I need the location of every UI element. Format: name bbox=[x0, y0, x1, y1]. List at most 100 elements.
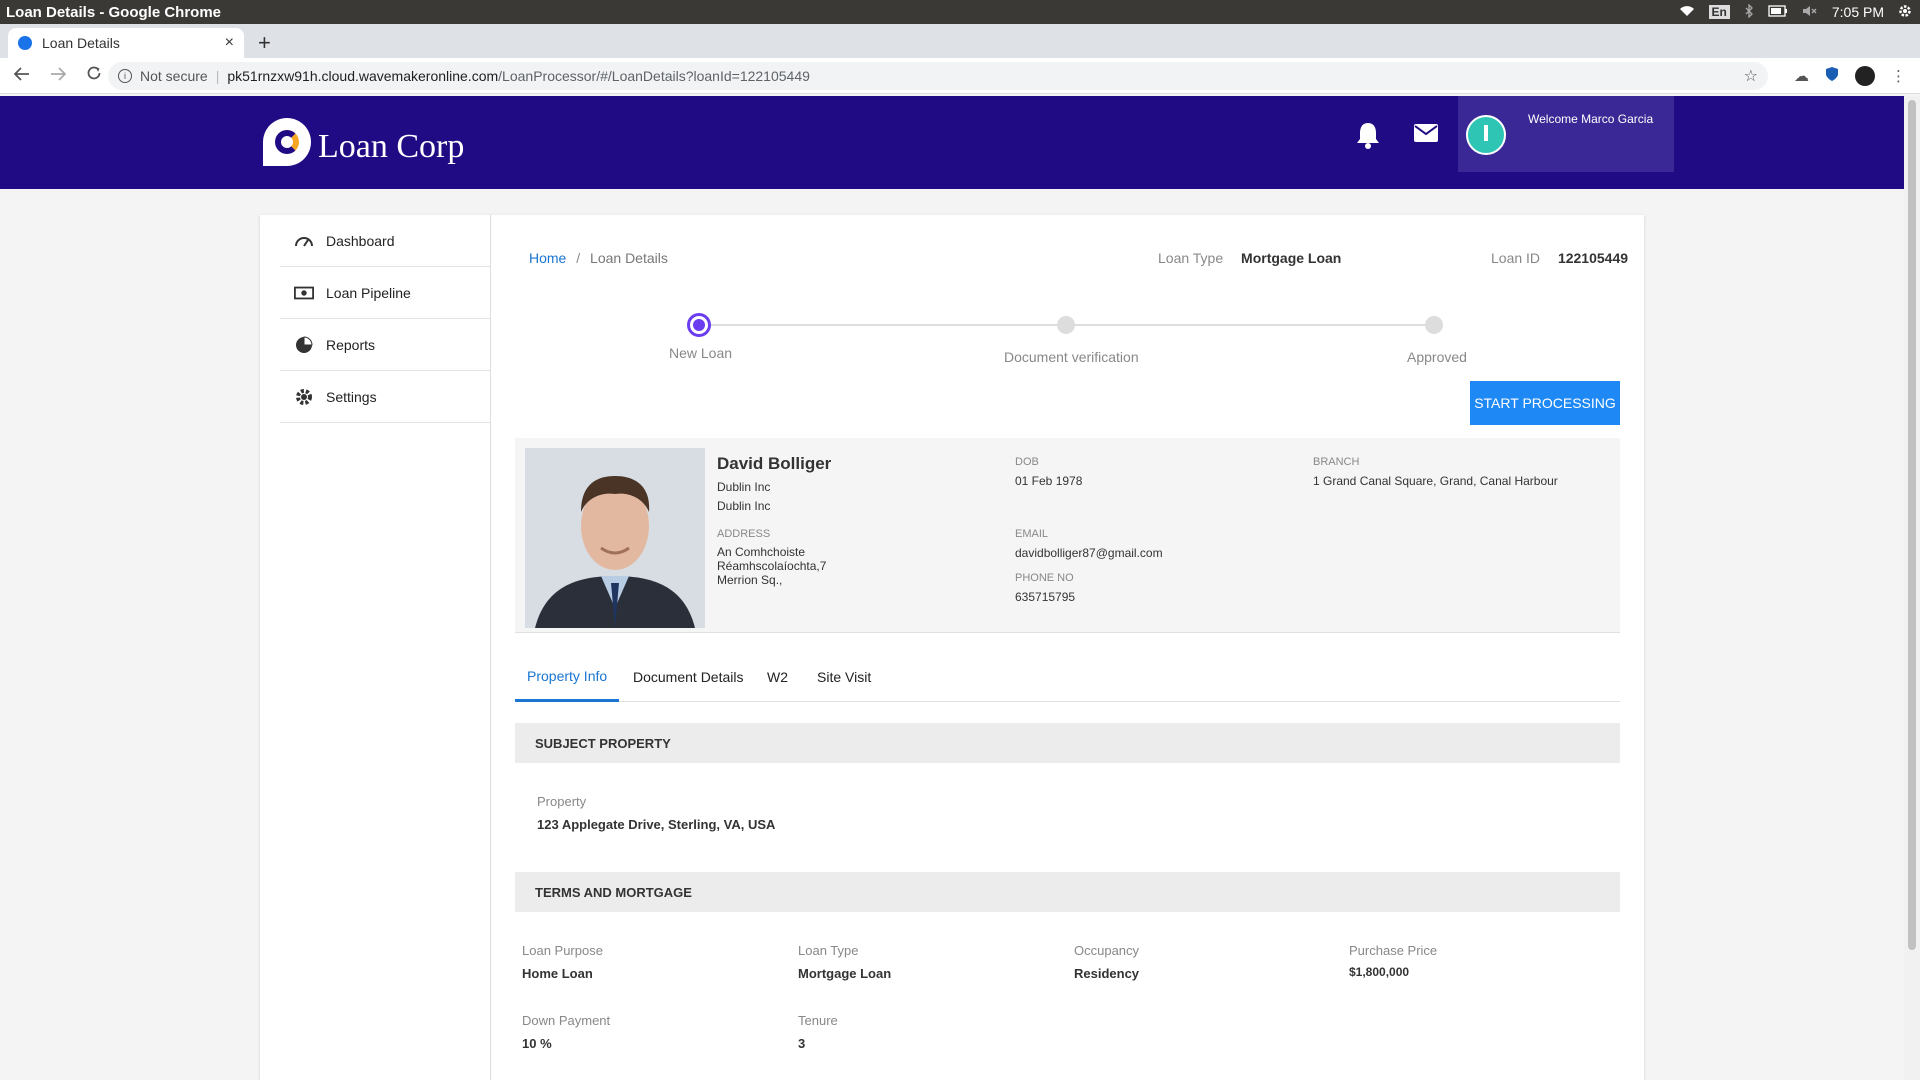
tab-close-icon[interactable]: × bbox=[225, 34, 234, 52]
borrower-photo bbox=[525, 448, 705, 628]
dob-value: 01 Feb 1978 bbox=[1015, 474, 1083, 488]
sidebar-item-dashboard[interactable]: Dashboard bbox=[280, 215, 490, 267]
money-icon bbox=[294, 284, 314, 302]
breadcrumb: Home / Loan Details bbox=[529, 250, 668, 266]
brand-name[interactable]: Loan Corp bbox=[318, 128, 464, 166]
extension-icon[interactable]: ☁ bbox=[1794, 67, 1809, 85]
tab-document-details[interactable]: Document Details bbox=[621, 652, 756, 702]
reload-icon[interactable] bbox=[80, 65, 108, 86]
occupancy-value: Residency bbox=[1074, 966, 1140, 981]
address-line-3: Merrion Sq., bbox=[717, 573, 783, 587]
start-processing-button[interactable]: START PROCESSING bbox=[1470, 381, 1620, 425]
shield-extension-icon[interactable] bbox=[1825, 66, 1839, 86]
breadcrumb-current: Loan Details bbox=[590, 250, 668, 266]
welcome-text[interactable]: Welcome Marco Garcia bbox=[1528, 112, 1653, 126]
app-header: Loan Corp Welcome Marco Garcia bbox=[0, 96, 1904, 189]
breadcrumb-home-link[interactable]: Home bbox=[529, 250, 566, 266]
volume-muted-icon[interactable] bbox=[1802, 4, 1818, 20]
branch-label: BRANCH bbox=[1313, 456, 1360, 468]
extension-area: ☁ ⋮ bbox=[1794, 58, 1906, 94]
tab-property-info[interactable]: Property Info bbox=[515, 652, 620, 702]
user-menu[interactable]: Welcome Marco Garcia bbox=[1458, 96, 1674, 172]
borrower-name: David Bolliger bbox=[717, 454, 832, 473]
down-payment-label: Down Payment bbox=[522, 1013, 611, 1028]
main-card: Dashboard Loan Pipeline Reports Settings… bbox=[260, 215, 1644, 1080]
dob-label: DOB bbox=[1015, 456, 1039, 468]
clock[interactable]: 7:05 PM bbox=[1832, 4, 1884, 20]
bluetooth-icon[interactable] bbox=[1744, 2, 1754, 21]
page-scrollbar[interactable] bbox=[1904, 96, 1920, 1080]
sidebar-item-reports[interactable]: Reports bbox=[280, 319, 490, 371]
chrome-menu-icon[interactable]: ⋮ bbox=[1891, 67, 1906, 85]
loan-corp-logo-icon[interactable] bbox=[263, 118, 311, 166]
tab-site-visit[interactable]: Site Visit bbox=[805, 652, 883, 702]
loan-type-meta: Loan Type Mortgage Loan bbox=[1158, 250, 1342, 266]
property-label: Property bbox=[537, 794, 587, 809]
back-arrow-icon[interactable] bbox=[8, 66, 36, 86]
loan-purpose-value: Home Loan bbox=[522, 966, 593, 981]
address-line-1: An Comhchoiste bbox=[717, 545, 806, 559]
pie-chart-icon bbox=[294, 335, 314, 354]
browser-tab-loan-details[interactable]: Loan Details × bbox=[8, 28, 244, 58]
new-tab-button[interactable]: + bbox=[258, 30, 271, 56]
user-avatar[interactable] bbox=[1466, 115, 1506, 155]
info-icon[interactable]: i bbox=[118, 69, 132, 83]
os-top-bar: Loan Details - Google Chrome En 7:05 PM bbox=[0, 0, 1920, 24]
browser-tab-strip: Loan Details × + bbox=[0, 24, 1920, 58]
phone-value: 635715795 bbox=[1015, 590, 1076, 604]
not-secure-label[interactable]: Not secure bbox=[140, 68, 208, 84]
sidebar: Dashboard Loan Pipeline Reports Settings bbox=[260, 215, 491, 1080]
forward-arrow-icon[interactable] bbox=[44, 66, 72, 86]
notification-bell-icon[interactable] bbox=[1354, 120, 1382, 150]
system-settings-icon[interactable] bbox=[1898, 4, 1912, 21]
detail-tabs: Property Info Document Details W2 Site V… bbox=[515, 652, 1620, 702]
email-label: EMAIL bbox=[1015, 528, 1049, 540]
property-value: 123 Applegate Drive, Sterling, VA, USA bbox=[537, 817, 776, 832]
window-title: Loan Details - Google Chrome bbox=[6, 3, 222, 21]
gear-icon bbox=[294, 388, 314, 406]
step-dot-document-verification bbox=[1057, 316, 1075, 334]
sidebar-item-settings[interactable]: Settings bbox=[280, 371, 490, 423]
url-path: /LoanProcessor/#/LoanDetails?loanId=1221… bbox=[498, 68, 810, 84]
terms-heading: TERMS AND MORTGAGE bbox=[515, 872, 1620, 912]
email-value: davidbolliger87@gmail.com bbox=[1015, 546, 1163, 560]
step-label-approved: Approved bbox=[1407, 349, 1467, 365]
purchase-price-value: $1,800,000 bbox=[1349, 965, 1410, 979]
step-dot-new-loan bbox=[687, 313, 711, 337]
borrower-company-2: Dublin Inc bbox=[717, 499, 771, 513]
subject-property-heading: SUBJECT PROPERTY bbox=[515, 723, 1620, 763]
loan-type-label: Loan Type bbox=[798, 943, 859, 958]
address-bar[interactable]: i Not secure | pk51rnzxw91h.cloud.wavema… bbox=[108, 62, 1768, 90]
tab-w2[interactable]: W2 bbox=[755, 652, 800, 702]
url-host: pk51rnzxw91h.cloud.wavemakeronline.com bbox=[227, 68, 499, 84]
borrower-company: Dublin Inc bbox=[717, 480, 771, 494]
scrollbar-thumb[interactable] bbox=[1908, 100, 1916, 950]
loan-id-meta: Loan ID 122105449 bbox=[1491, 250, 1629, 266]
sidebar-item-label: Loan Pipeline bbox=[326, 284, 411, 301]
tenure-label: Tenure bbox=[798, 1013, 838, 1028]
address-label: ADDRESS bbox=[717, 528, 771, 540]
bookmark-star-icon[interactable]: ☆ bbox=[1744, 66, 1758, 86]
battery-icon[interactable] bbox=[1768, 4, 1788, 20]
tab-title: Loan Details bbox=[42, 35, 120, 51]
mail-icon[interactable] bbox=[1413, 122, 1439, 146]
step-label-document-verification: Document verification bbox=[1004, 349, 1139, 365]
address-line-2: Réamhscolaíochta,7 bbox=[717, 559, 827, 573]
wifi-icon[interactable] bbox=[1679, 4, 1695, 20]
sidebar-item-loan-pipeline[interactable]: Loan Pipeline bbox=[280, 267, 490, 319]
profile-avatar[interactable] bbox=[1855, 66, 1875, 86]
step-label-new-loan: New Loan bbox=[669, 345, 733, 361]
dashboard-icon bbox=[294, 232, 314, 250]
loan-type-field-value: Mortgage Loan bbox=[798, 966, 892, 981]
favicon-icon bbox=[18, 36, 32, 50]
sidebar-item-label: Settings bbox=[326, 388, 377, 405]
loan-purpose-label: Loan Purpose bbox=[522, 943, 603, 958]
os-tray: En 7:05 PM bbox=[1679, 0, 1912, 24]
loan-type-value: Mortgage Loan bbox=[1241, 250, 1342, 266]
purchase-price-label: Purchase Price bbox=[1349, 943, 1438, 958]
keyboard-language-indicator[interactable]: En bbox=[1708, 5, 1730, 19]
sidebar-item-label: Reports bbox=[326, 336, 376, 353]
loan-id-value: 122105449 bbox=[1557, 250, 1629, 266]
tenure-value: 3 bbox=[798, 1036, 806, 1051]
phone-label: PHONE NO bbox=[1015, 572, 1074, 584]
